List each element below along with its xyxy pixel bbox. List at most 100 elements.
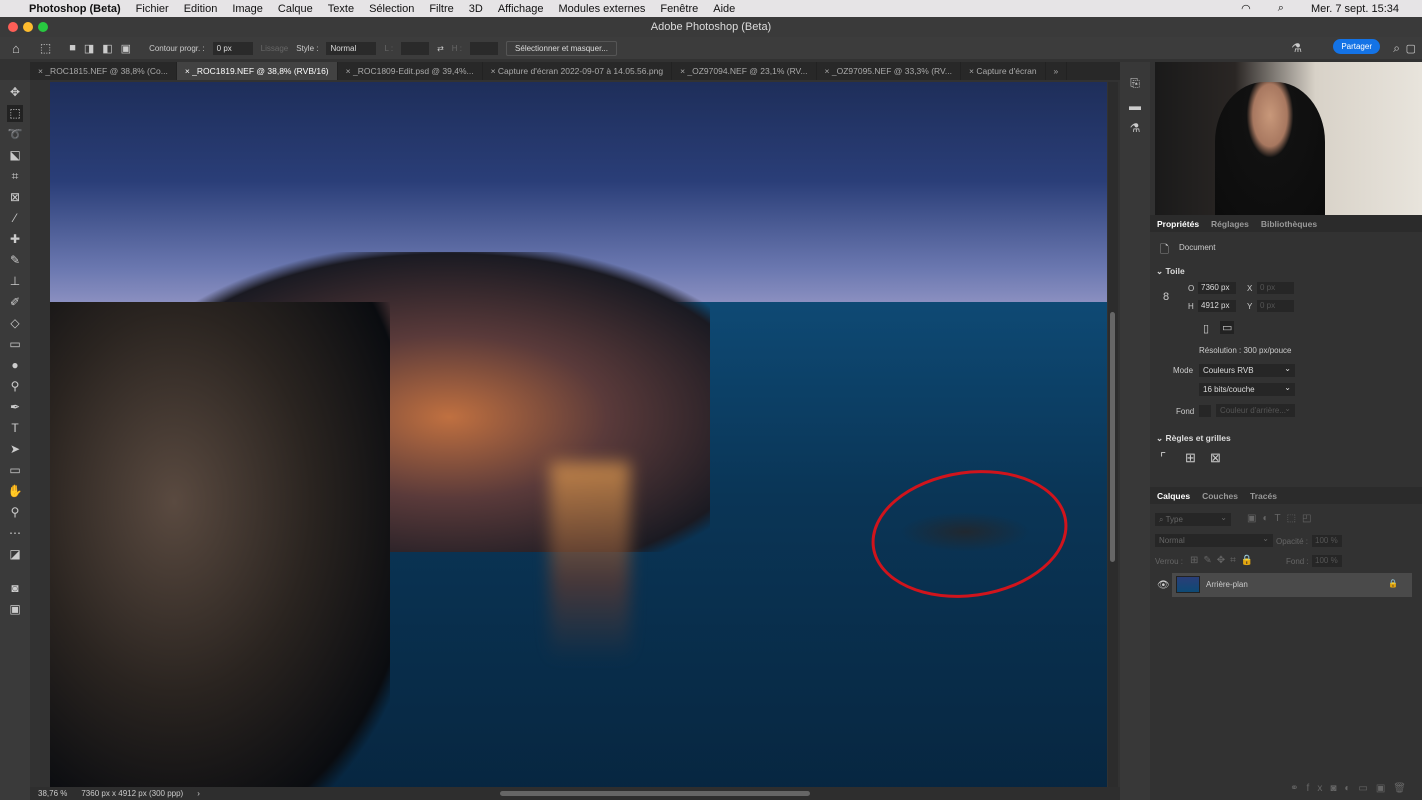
tab-document[interactable]: × _ROC1809-Edit.psd @ 39,4%...: [338, 62, 483, 80]
close-tab-icon[interactable]: ×: [346, 66, 353, 76]
height-input[interactable]: [470, 41, 499, 55]
y-input[interactable]: 0 px: [1257, 300, 1294, 312]
layer-row[interactable]: Arrière-plan 🔒: [1172, 573, 1412, 597]
x-input[interactable]: 0 px: [1257, 282, 1294, 294]
height-input[interactable]: 4912 px: [1198, 300, 1236, 312]
tab-couches[interactable]: Couches: [1202, 491, 1238, 501]
layer-filter-icons[interactable]: ▣◐T⬚◰: [1247, 513, 1318, 524]
zoom-level[interactable]: 38,76 %: [38, 787, 67, 800]
healing-tool-icon[interactable]: ✚: [7, 231, 23, 248]
tab-calques[interactable]: Calques: [1157, 491, 1190, 501]
select-and-mask-button[interactable]: Sélectionner et masquer...: [506, 40, 617, 56]
link-icon[interactable]: 8: [1163, 291, 1169, 303]
marquee-tool-icon[interactable]: ⬚: [7, 105, 23, 122]
eye-icon[interactable]: 👁: [1157, 580, 1170, 591]
search-icon[interactable]: ⌕: [1393, 41, 1400, 56]
menu-texte[interactable]: Texte: [328, 3, 354, 15]
tab-document[interactable]: × Capture d'écran: [961, 62, 1046, 80]
width-input[interactable]: 7360 px: [1198, 282, 1236, 294]
close-tab-icon[interactable]: ×: [825, 66, 832, 76]
rules-section[interactable]: ⌄ Règles et grilles: [1156, 433, 1231, 444]
workspace-icon[interactable]: ▢: [1406, 42, 1416, 55]
menu-fichier[interactable]: Fichier: [136, 3, 169, 15]
tab-traces[interactable]: Tracés: [1250, 491, 1277, 501]
menu-aide[interactable]: Aide: [713, 3, 735, 15]
color-swatches-icon[interactable]: ◪: [7, 546, 23, 576]
blend-mode-select[interactable]: Normal: [1155, 532, 1273, 547]
wifi-icon[interactable]: ◠: [1241, 2, 1251, 15]
zoom-tool-icon[interactable]: ⚲: [7, 504, 23, 521]
menu-fenetre[interactable]: Fenêtre: [660, 3, 698, 15]
home-icon[interactable]: ⌂: [12, 41, 20, 56]
tab-document[interactable]: × Capture d'écran 2022-09-07 à 14.05.56.…: [483, 62, 673, 80]
fond-swatch[interactable]: [1199, 405, 1211, 417]
add-selection-icon[interactable]: ◨: [84, 42, 94, 55]
tab-reglages[interactable]: Réglages: [1211, 219, 1249, 229]
crop-tool-icon[interactable]: ⌗: [7, 168, 23, 185]
dodge-tool-icon[interactable]: ⚲: [7, 378, 23, 395]
minimize-window-button[interactable]: [23, 22, 33, 32]
menu-selection[interactable]: Sélection: [369, 3, 414, 15]
tab-document[interactable]: × _OZ97094.NEF @ 23,1% (RV...: [672, 62, 817, 80]
quick-mask-icon[interactable]: ◙: [7, 580, 23, 597]
tab-proprietes[interactable]: Propriétés: [1157, 219, 1199, 229]
brush-tool-icon[interactable]: ✎: [7, 252, 23, 269]
marquee-tool-icon[interactable]: ⬚: [40, 41, 51, 55]
vertical-scrollbar[interactable]: [1108, 82, 1118, 787]
eyedropper-tool-icon[interactable]: ⁄: [7, 210, 23, 227]
stamp-tool-icon[interactable]: ⊥: [7, 273, 23, 290]
new-selection-icon[interactable]: ■: [69, 42, 76, 54]
rulers-icon[interactable]: ⌜: [1160, 450, 1166, 466]
tab-bibliotheques[interactable]: Bibliothèques: [1261, 219, 1317, 229]
portrait-icon[interactable]: ▯: [1203, 322, 1209, 335]
type-tool-icon[interactable]: T: [7, 420, 23, 437]
search-icon[interactable]: ⌕: [1278, 2, 1284, 15]
shape-tool-icon[interactable]: ▭: [7, 462, 23, 479]
canvas-image[interactable]: [50, 82, 1107, 787]
status-menu-arrow[interactable]: ›: [197, 787, 200, 800]
subtract-selection-icon[interactable]: ◧: [102, 42, 112, 55]
blur-tool-icon[interactable]: ●: [7, 357, 23, 374]
menu-calque[interactable]: Calque: [278, 3, 313, 15]
toile-section[interactable]: ⌄ Toile: [1156, 266, 1185, 277]
gradient-tool-icon[interactable]: ▭: [7, 336, 23, 353]
clock[interactable]: Mer. 7 sept. 15:34: [1311, 3, 1399, 15]
pen-tool-icon[interactable]: ✒: [7, 399, 23, 416]
menu-modules[interactable]: Modules externes: [559, 3, 646, 15]
swap-icon[interactable]: ⇄: [437, 44, 444, 53]
horizontal-scrollbar[interactable]: [500, 791, 810, 796]
menu-3d[interactable]: 3D: [469, 3, 483, 15]
opacity-input[interactable]: 100 %: [1312, 535, 1342, 547]
menu-image[interactable]: Image: [232, 3, 263, 15]
menu-filtre[interactable]: Filtre: [429, 3, 453, 15]
lasso-tool-icon[interactable]: ➰: [7, 126, 23, 143]
smooth-checkbox[interactable]: Lissage: [261, 44, 289, 53]
history-icon[interactable]: ⎘: [1130, 76, 1140, 91]
fond-select[interactable]: Couleur d'arrière...: [1216, 402, 1295, 417]
layer-filter-select[interactable]: ⌕ Type: [1155, 511, 1231, 526]
share-button[interactable]: Partager: [1333, 39, 1380, 54]
feather-input[interactable]: 0 px: [212, 41, 253, 55]
history-brush-icon[interactable]: ✐: [7, 294, 23, 311]
menu-affichage[interactable]: Affichage: [498, 3, 544, 15]
flask-icon[interactable]: ⚗: [1130, 121, 1141, 135]
lock-icons[interactable]: ⊞✎✥⌗🔒: [1190, 555, 1258, 566]
menu-edition[interactable]: Edition: [184, 3, 218, 15]
tab-document[interactable]: × _OZ97095.NEF @ 33,3% (RV...: [817, 62, 961, 80]
flask-icon[interactable]: ⚗: [1291, 41, 1302, 55]
style-select[interactable]: Normal: [326, 41, 377, 55]
object-select-tool-icon[interactable]: ⬕: [7, 147, 23, 164]
path-select-tool-icon[interactable]: ➤: [7, 441, 23, 458]
guides-icon[interactable]: ⊠: [1210, 450, 1221, 466]
more-tools-icon[interactable]: ⋯: [7, 525, 23, 542]
lock-icon[interactable]: 🔒: [1388, 579, 1398, 588]
fill-input[interactable]: 100 %: [1312, 555, 1342, 567]
intersect-selection-icon[interactable]: ▣: [121, 42, 131, 55]
depth-select[interactable]: 16 bits/couche: [1199, 381, 1295, 396]
tab-document[interactable]: × _ROC1819.NEF @ 38,8% (RVB/16): [176, 62, 338, 80]
close-tab-icon[interactable]: ×: [491, 66, 498, 76]
move-tool-icon[interactable]: ✥: [7, 84, 23, 101]
mode-select[interactable]: Couleurs RVB: [1199, 362, 1295, 377]
tab-document[interactable]: × _ROC1815.NEF @ 38,8% (Co...: [30, 62, 177, 80]
more-tabs-icon[interactable]: »: [1046, 62, 1068, 80]
